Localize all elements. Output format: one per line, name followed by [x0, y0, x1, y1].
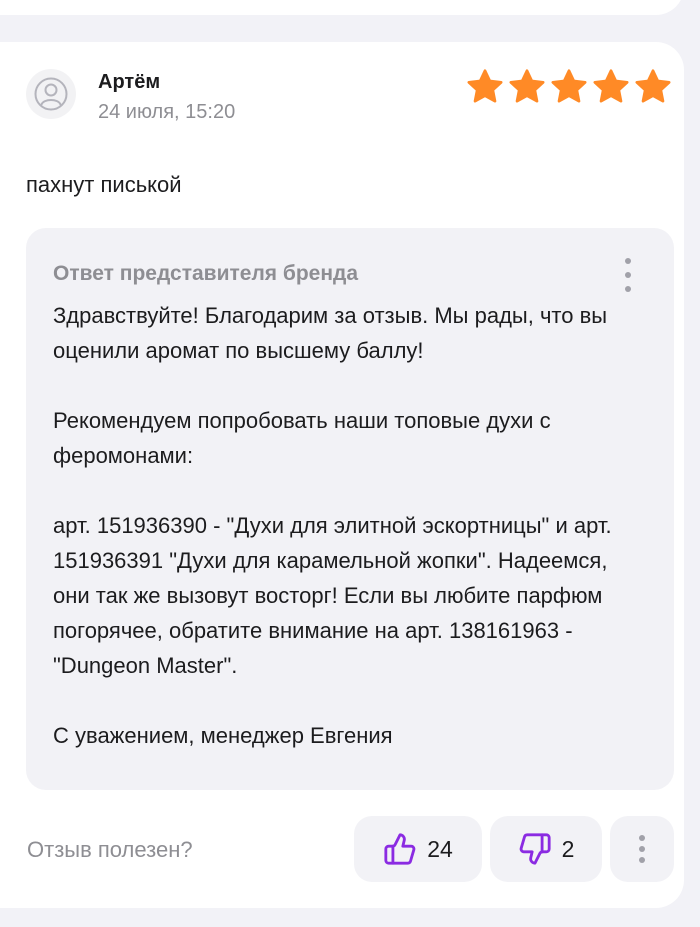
like-button[interactable]: 24 [354, 816, 482, 882]
reply-more-button[interactable] [618, 258, 638, 292]
helpful-question: Отзыв полезен? [27, 837, 193, 862]
reply-body: Здравствуйте! Благодарим за отзыв. Мы ра… [53, 298, 643, 753]
thumbs-up-icon [384, 833, 416, 865]
reply-paragraph: арт. 151936390 - "Духи для элитной эскор… [53, 513, 612, 678]
reply-paragraph: С уважением, менеджер Евгения [53, 723, 393, 748]
thumbs-down-icon [519, 833, 551, 865]
star-icon [551, 69, 587, 103]
author-name: Артём [98, 71, 161, 93]
review-card: Артём 24 июля, 15:20 пахнут писькой Отве… [0, 42, 684, 908]
like-count: 24 [427, 835, 453, 862]
star-icon [635, 69, 671, 103]
brand-reply: Ответ представителя бренда Здравствуйте!… [26, 228, 674, 790]
dislike-button[interactable]: 2 [490, 816, 602, 882]
star-icon [509, 69, 545, 103]
dislike-count: 2 [561, 835, 575, 862]
previous-review-card [0, 0, 684, 15]
reply-paragraph: Здравствуйте! Благодарим за отзыв. Мы ра… [53, 303, 608, 363]
avatar [26, 69, 76, 119]
star-icon [593, 69, 629, 103]
more-options-button[interactable] [610, 816, 674, 882]
rating-stars [465, 67, 673, 107]
reply-title: Ответ представителя бренда [53, 262, 359, 285]
review-text: пахнут писькой [26, 172, 182, 197]
user-icon [34, 77, 68, 111]
star-icon [467, 69, 503, 103]
review-date: 24 июля, 15:20 [98, 101, 236, 123]
reply-paragraph: Рекомендуем попробовать наши топовые дух… [53, 408, 551, 468]
